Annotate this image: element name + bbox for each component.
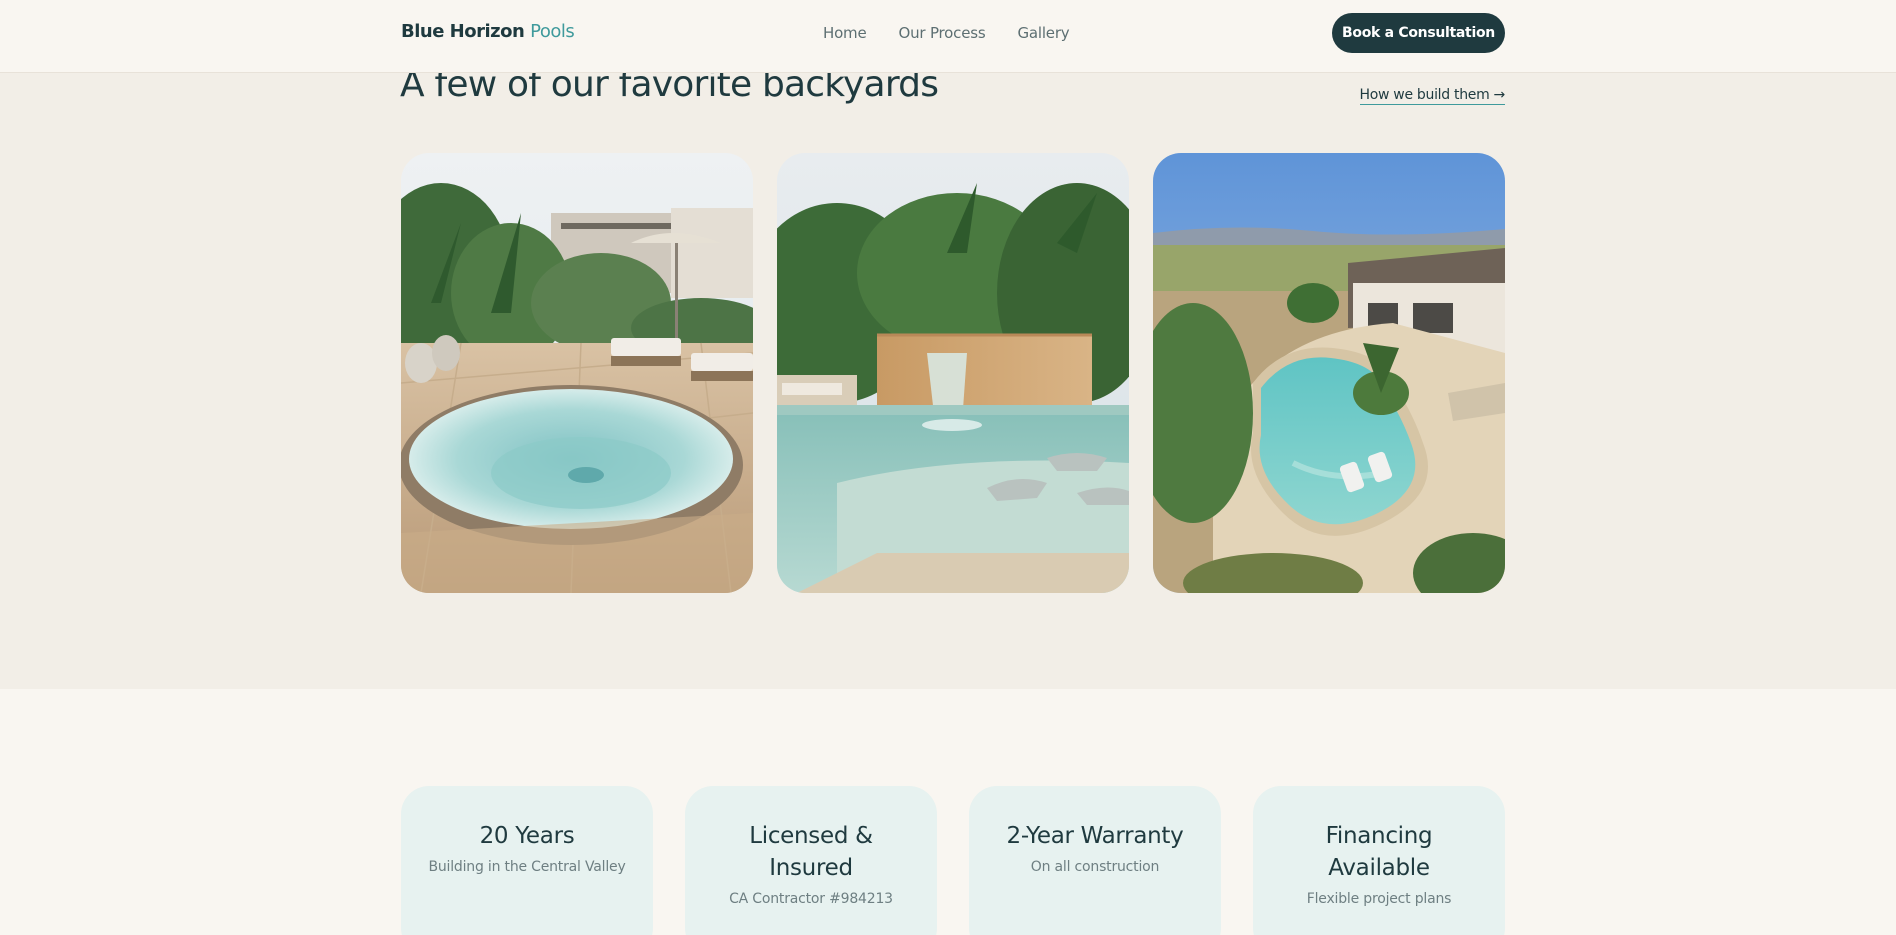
stat-card-licensed: Licensed & Insured CA Contractor #984213 bbox=[685, 786, 937, 935]
nav-gallery[interactable]: Gallery bbox=[1017, 24, 1069, 42]
logo-accent-text: Pools bbox=[530, 21, 575, 42]
logo-text: Blue Horizon bbox=[401, 21, 525, 42]
stat-card-warranty: 2-Year Warranty On all construction bbox=[969, 786, 1221, 935]
stats-section: 20 Years Building in the Central Valley … bbox=[401, 786, 1505, 935]
gallery-section: A few of our favorite backyards How we b… bbox=[0, 64, 1896, 689]
nav-our-process[interactable]: Our Process bbox=[899, 24, 986, 42]
stat-subtitle: On all construction bbox=[1030, 859, 1160, 875]
main-nav: Home Our Process Gallery bbox=[823, 24, 1070, 42]
nav-home[interactable]: Home bbox=[823, 24, 867, 42]
book-consultation-button[interactable]: Book a Consultation bbox=[1332, 13, 1505, 53]
how-we-build-link[interactable]: How we build them → bbox=[1359, 87, 1505, 105]
stat-subtitle: Building in the Central Valley bbox=[428, 859, 626, 875]
waterfall-pool-photo[interactable] bbox=[777, 153, 1129, 593]
stat-title: 2-Year Warranty bbox=[1006, 823, 1184, 849]
stat-title: 20 Years bbox=[479, 823, 575, 849]
logo[interactable]: Blue Horizon Pools bbox=[401, 21, 575, 42]
stat-title: Financing Available bbox=[1325, 823, 1433, 881]
site-header: Blue Horizon Pools Home Our Process Gall… bbox=[0, 0, 1896, 73]
spa-patio-photo[interactable] bbox=[401, 153, 753, 593]
stat-subtitle: Flexible project plans bbox=[1306, 891, 1452, 907]
stat-title: Licensed & Insured bbox=[749, 823, 873, 881]
stat-card-financing: Financing Available Flexible project pla… bbox=[1253, 786, 1505, 935]
stat-subtitle: CA Contractor #984213 bbox=[729, 891, 893, 907]
stat-card-years: 20 Years Building in the Central Valley bbox=[401, 786, 653, 935]
freeform-pool-aerial-photo[interactable] bbox=[1153, 153, 1505, 593]
